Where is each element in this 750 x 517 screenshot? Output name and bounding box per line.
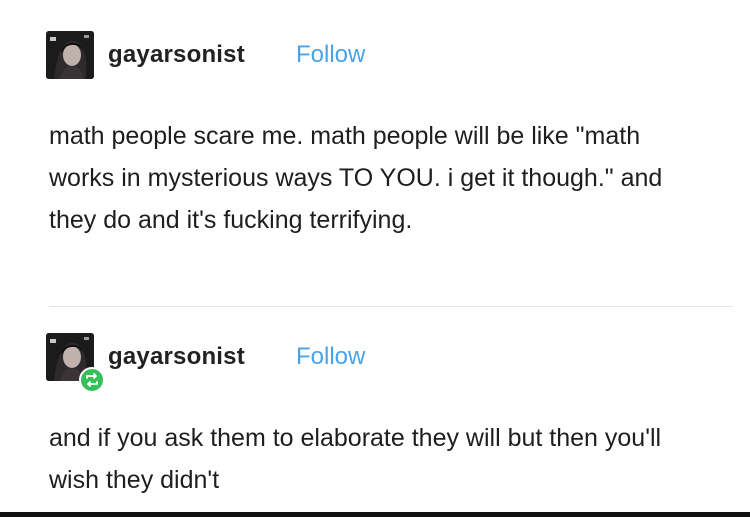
- avatar[interactable]: [46, 31, 94, 79]
- post: gayarsonist Follow math people scare me.…: [0, 28, 750, 234]
- bottom-border: [0, 512, 750, 517]
- avatar-image: [46, 31, 94, 79]
- follow-button[interactable]: Follow: [296, 343, 365, 371]
- post-text: and if you ask them to elaborate they wi…: [49, 424, 662, 494]
- post-body: math people scare me. math people will b…: [49, 115, 710, 241]
- username[interactable]: gayarsonist: [108, 41, 245, 69]
- post-text: math people scare me. math people will b…: [49, 122, 663, 234]
- post-divider: [49, 306, 733, 307]
- post-header: gayarsonist Follow: [0, 330, 750, 393]
- reblog-icon: [79, 367, 105, 393]
- username[interactable]: gayarsonist: [108, 343, 245, 371]
- post: gayarsonist Follow and if you ask them t…: [0, 330, 750, 494]
- post-header: gayarsonist Follow: [0, 28, 750, 88]
- follow-button[interactable]: Follow: [296, 41, 365, 69]
- post-body: and if you ask them to elaborate they wi…: [49, 417, 710, 501]
